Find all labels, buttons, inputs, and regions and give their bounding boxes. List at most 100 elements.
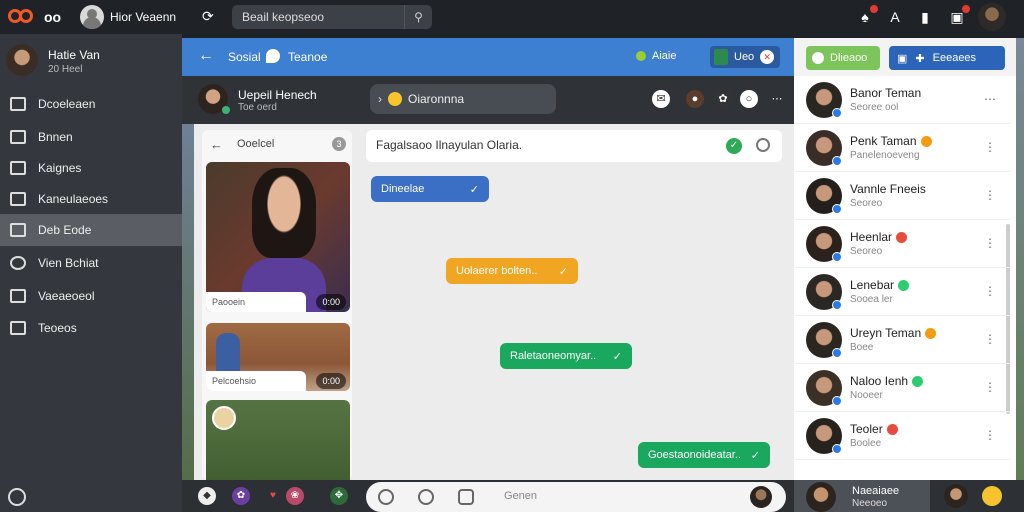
contact-name-text: Ureyn Teman bbox=[850, 326, 922, 340]
header-user-button[interactable]: Ueo ✕ bbox=[710, 46, 780, 68]
more-options-icon[interactable]: ⋮ bbox=[984, 284, 996, 298]
alert-icon[interactable]: ▣ bbox=[948, 5, 970, 26]
search-text: Beail keopseoo bbox=[242, 10, 325, 24]
search-input[interactable]: Beail keopseoo ⚲ bbox=[232, 5, 432, 29]
account-avatar[interactable] bbox=[978, 3, 1006, 31]
contact-status: Panelenoeveng bbox=[850, 150, 920, 161]
status-indicator[interactable]: Aiaie bbox=[636, 50, 676, 62]
gallery-title: Ooelcel bbox=[237, 138, 275, 150]
contact-row[interactable]: Naloo Ienh Nooeer ⋮ bbox=[794, 364, 1010, 412]
settings-icon[interactable] bbox=[8, 488, 26, 506]
sender-avatar[interactable] bbox=[750, 486, 772, 508]
info-icon[interactable]: ○ bbox=[740, 90, 758, 108]
sticker-icon[interactable]: ✿ bbox=[232, 487, 250, 505]
app-logo[interactable]: oo bbox=[8, 7, 68, 27]
sticker-icon[interactable] bbox=[458, 489, 474, 505]
more-options-icon[interactable]: ⋮ bbox=[984, 236, 996, 250]
contact-name: Heenlar bbox=[850, 230, 908, 244]
sidebar-item-3[interactable]: Kaignes bbox=[0, 152, 182, 184]
contacts-filter-button[interactable]: Dlieaoo bbox=[806, 46, 880, 70]
more-options-icon[interactable]: ⋮ bbox=[984, 380, 996, 394]
emoji-icon[interactable] bbox=[378, 489, 394, 505]
contacts-add-button[interactable]: ▣ ✚ Eeeaees bbox=[889, 46, 1005, 70]
more-options-icon[interactable]: ⋮ bbox=[984, 188, 996, 202]
sidebar-item-6[interactable]: Vien Bchiat bbox=[0, 247, 182, 279]
contact-row[interactable]: Penk Taman Panelenoeveng ⋮ bbox=[794, 124, 1010, 172]
close-icon[interactable]: ✕ bbox=[760, 50, 775, 64]
attach-icon[interactable]: ◆ bbox=[198, 487, 216, 505]
message-input[interactable]: Genen bbox=[366, 482, 786, 512]
composer-bar: ◆ ✿ ♥ ❀ ✥ Genen bbox=[182, 480, 794, 512]
back-arrow-icon[interactable]: ← bbox=[198, 47, 214, 65]
button-label: Dlieaoo bbox=[830, 52, 868, 64]
person-icon[interactable]: ● bbox=[686, 90, 704, 108]
photo-thumbnail[interactable]: Pelcoehsio 0:00 bbox=[206, 323, 350, 391]
contact-status-text: Boee bbox=[850, 342, 874, 353]
user-add-icon: ✚ bbox=[915, 52, 925, 65]
document-message[interactable]: Fagalsaoo Ilnayulan Olaria. ✓ bbox=[366, 130, 782, 162]
more-options-icon[interactable]: ⋮ bbox=[984, 332, 996, 346]
message-input-text[interactable]: Genen bbox=[504, 490, 537, 502]
contact-status-text: Seoreo bbox=[850, 198, 883, 209]
contact-row[interactable]: Heenlar Seoreo ⋮ bbox=[794, 220, 1010, 268]
user-avatar[interactable] bbox=[944, 484, 968, 508]
contact-status-text: Boolee bbox=[850, 438, 882, 449]
reaction-icon[interactable] bbox=[418, 489, 434, 505]
game-icon[interactable]: ✥ bbox=[330, 487, 348, 505]
button-label: Eeeaees bbox=[932, 52, 977, 64]
user-thumb-icon bbox=[714, 49, 728, 65]
photo-thumbnail[interactable] bbox=[206, 400, 350, 486]
profile-sub: 20 Heel bbox=[48, 64, 83, 75]
message-bubble[interactable]: Dineelae ✓ bbox=[371, 176, 489, 202]
sidebar-item-5[interactable]: Deb Eode bbox=[0, 214, 182, 246]
contact-row[interactable]: Teoler Boolee ⋮ bbox=[794, 412, 1010, 460]
text-icon[interactable]: A bbox=[886, 8, 904, 26]
top-bar: oo Hior Veaenn ⟳ Beail keopseoo ⚲ ♠ A ▮ … bbox=[0, 0, 1024, 34]
notification-icon[interactable]: ♠ bbox=[856, 5, 878, 26]
sidebar-item-7[interactable]: Vaeaeoeol bbox=[0, 280, 182, 312]
verified-badge-icon bbox=[832, 396, 842, 406]
active-contact[interactable]: Naeaiaee Neeoeo bbox=[794, 480, 930, 512]
gift-icon[interactable]: ❀ bbox=[286, 487, 304, 505]
chat-status-pill[interactable]: › Oiaronnna bbox=[370, 84, 556, 114]
bookmark-icon[interactable]: ▮ bbox=[916, 8, 934, 26]
contact-name: Lenebar bbox=[850, 278, 910, 292]
user-avatar[interactable] bbox=[80, 5, 104, 29]
contact-status-text: Seoreo bbox=[850, 246, 883, 257]
gallery-count: 3 bbox=[332, 137, 346, 151]
contact-row[interactable]: Lenebar Sooea ler ⋮ bbox=[794, 268, 1010, 316]
message-bubble[interactable]: Goestaonoideatar.. ✓ bbox=[638, 442, 770, 468]
contact-row[interactable]: Vannle Fneeis Seoreo ⋮ bbox=[794, 172, 1010, 220]
message-icon[interactable]: ✉ bbox=[652, 90, 670, 108]
gear-icon[interactable]: ✿ bbox=[714, 90, 732, 108]
pin-icon[interactable]: ⚲ bbox=[404, 5, 432, 29]
sidebar-profile[interactable]: Hatie Van 20 Heel bbox=[0, 34, 182, 88]
contact-status-text: Nooeer bbox=[850, 390, 883, 401]
sidebar-item-label: Bnnen bbox=[38, 130, 73, 144]
more-options-icon[interactable]: ⋮ bbox=[984, 140, 996, 154]
back-arrow-icon[interactable]: ← bbox=[210, 137, 223, 152]
contact-status: Boolee bbox=[850, 438, 881, 449]
refresh-icon[interactable]: ⟳ bbox=[202, 8, 214, 25]
like-icon[interactable] bbox=[756, 138, 770, 152]
main-header: ← Sosial Teanoe Aiaie Ueo ✕ bbox=[182, 38, 794, 76]
emoji-icon bbox=[896, 231, 908, 243]
contact-status: Sooea ler bbox=[850, 294, 893, 305]
sidebar-item-2[interactable]: Bnnen bbox=[0, 121, 182, 153]
emoji-icon[interactable] bbox=[982, 486, 1002, 506]
more-options-icon[interactable]: ⋯ bbox=[984, 92, 996, 106]
message-bubble[interactable]: Raletaoneomyar.. ✓ bbox=[500, 343, 632, 369]
more-options-icon[interactable]: ⋮ bbox=[984, 428, 996, 442]
sidebar-item-4[interactable]: Kaneulaeoes bbox=[0, 183, 182, 215]
message-bubble[interactable]: Uolaerer bolten.. ✓ bbox=[446, 258, 578, 284]
sidebar-item-1[interactable]: Dcoeleaen bbox=[0, 88, 182, 120]
more-icon[interactable]: ⋯ bbox=[768, 90, 786, 108]
heart-icon[interactable]: ♥ bbox=[264, 487, 282, 505]
contact-row[interactable]: Ureyn Teman Boee ⋮ bbox=[794, 316, 1010, 364]
photo-thumbnail[interactable]: Paooein 0:00 bbox=[206, 162, 350, 312]
pill-text: Oiaronnna bbox=[408, 92, 465, 106]
emoji-icon bbox=[925, 327, 937, 339]
contact-row[interactable]: Banor Teman Seoree ool ⋯ bbox=[794, 76, 1010, 124]
video-icon bbox=[10, 289, 26, 303]
sidebar-item-8[interactable]: Teoeos bbox=[0, 312, 182, 344]
